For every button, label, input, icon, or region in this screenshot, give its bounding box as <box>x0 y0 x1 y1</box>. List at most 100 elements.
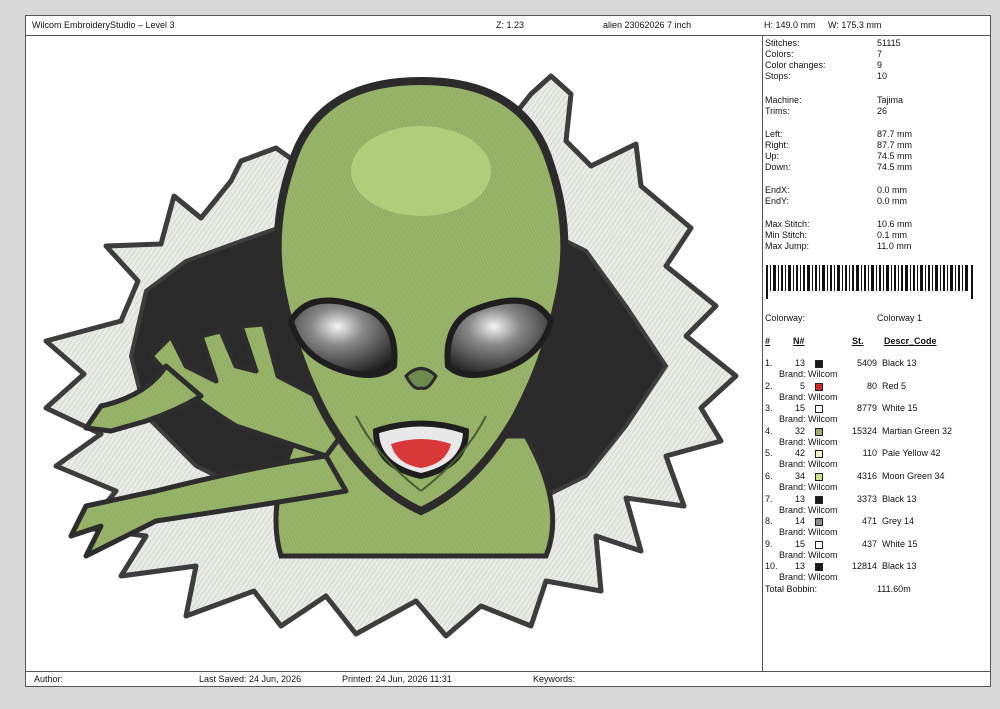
col-header-code: N# <box>793 336 805 346</box>
color-swatch <box>815 360 823 368</box>
color-name: Grey 14 <box>882 516 915 527</box>
stat-endx: EndX: 0.0 mm <box>765 185 908 195</box>
color-row: 2. 5 80 Red 5 Brand: Wilcom <box>763 381 992 404</box>
color-name: Black 13 <box>882 561 917 572</box>
color-stitch-count: 110 <box>862 448 877 459</box>
color-stitch-count: 80 <box>866 380 877 391</box>
color-index: 6. <box>765 471 773 481</box>
color-brand: Brand: Wilcom <box>779 504 838 515</box>
color-code: 13 <box>794 358 805 368</box>
color-brand: Brand: Wilcom <box>779 436 838 447</box>
total-bobbin-row: Total Bobbin: 111.60m <box>765 584 911 594</box>
color-row: 1. 13 5409 Black 13 Brand: Wilcom <box>763 358 992 381</box>
color-stitch-count: 15324 <box>851 425 877 436</box>
last-saved-label: Last Saved: 24 Jun, 2026 <box>199 674 302 684</box>
color-name: Red 5 <box>882 380 907 391</box>
col-header-descr: Descr_Code <box>884 336 937 346</box>
col-header-stitches: St. <box>852 336 864 346</box>
stat-machine: Machine: Tajima <box>765 95 904 105</box>
color-brand: Brand: Wilcom <box>779 369 838 379</box>
color-swatch <box>815 518 823 527</box>
color-code: 13 <box>794 561 805 572</box>
color-swatch <box>815 405 823 414</box>
stat-left: Left: 87.7 mm <box>765 129 913 139</box>
color-stitch-count: 5409 <box>856 358 877 368</box>
header-bar: Wilcom EmbroideryStudio – Level 3 Z: 1.2… <box>26 16 990 36</box>
color-name: Martian Green 32 <box>882 425 953 436</box>
color-name: Moon Green 34 <box>882 471 945 481</box>
color-code: 15 <box>794 403 805 414</box>
color-index: 3. <box>765 403 773 414</box>
stat-endy: EndY: 0.0 mm <box>765 196 908 206</box>
color-code: 15 <box>794 538 805 549</box>
design-name: alien 23062026 7 inch <box>603 20 692 30</box>
stat-right: Right: 87.7 mm <box>765 140 913 150</box>
color-swatch <box>815 563 823 572</box>
stat-stops: Stops: 10 <box>765 71 888 81</box>
stat-min-stitch: Min Stitch: 0.1 mm <box>765 230 908 240</box>
color-row: 3. 15 8779 White 15 Brand: Wilcom <box>763 403 992 426</box>
color-swatch <box>815 450 823 459</box>
color-name: Black 13 <box>882 358 917 368</box>
stat-stitches: Stitches: 51115 <box>765 38 901 48</box>
color-index: 2. <box>765 380 773 391</box>
stat-max-stitch: Max Stitch: 10.6 mm <box>765 219 913 229</box>
color-name: Black 13 <box>882 493 917 504</box>
stat-max-jump: Max Jump: 11.0 mm <box>765 241 912 251</box>
color-index: 4. <box>765 425 773 436</box>
design-info-panel: Stitches: 51115 Colors: 7 Color changes: 9 … <box>763 36 992 672</box>
color-stitch-count: 471 <box>861 516 877 527</box>
author-label: Author: <box>34 674 64 684</box>
zoom-label: Z: 1.23 <box>496 20 525 30</box>
color-code: 13 <box>794 493 805 504</box>
barcode-icon <box>765 265 975 299</box>
color-swatch <box>815 540 823 549</box>
colorway-row: Colorway: Colorway 1 <box>765 313 923 323</box>
color-row: 4. 32 15324 Martian Green 32 Brand: Wilcom <box>763 426 992 449</box>
color-row: 9. 15 437 White 15 Brand: Wilcom <box>763 539 992 562</box>
color-row: 5. 42 110 Pale Yellow 42 Brand: Wilcom <box>763 448 992 471</box>
color-stitch-count: 12814 <box>851 561 877 572</box>
footer-bar: Author: Last Saved: 24 Jun, 2026 Printed… <box>26 671 990 686</box>
color-brand: Brand: Wilcom <box>779 572 838 583</box>
app-title: Wilcom EmbroideryStudio – Level 3 <box>32 20 175 30</box>
color-index: 10. <box>765 561 778 572</box>
color-index: 8. <box>765 516 773 527</box>
color-brand: Brand: Wilcom <box>779 482 838 492</box>
color-brand: Brand: Wilcom <box>779 459 838 470</box>
color-code: 14 <box>794 516 805 527</box>
color-code: 34 <box>794 471 805 481</box>
color-name: White 15 <box>882 403 918 414</box>
print-preview-sheet: Wilcom EmbroideryStudio – Level 3 Z: 1.2… <box>25 15 991 687</box>
color-code: 5 <box>799 380 805 391</box>
stat-trims: Trims: 26 <box>765 106 888 116</box>
color-brand: Brand: Wilcom <box>779 414 838 425</box>
color-name: Pale Yellow 42 <box>882 448 941 459</box>
keywords-label: Keywords: <box>533 674 576 684</box>
color-stitch-count: 3373 <box>856 493 877 504</box>
col-header-num: # <box>765 336 771 346</box>
color-swatch <box>815 473 823 481</box>
color-swatch <box>815 427 823 436</box>
color-stitch-count: 8779 <box>856 403 877 414</box>
color-brand: Brand: Wilcom <box>779 391 838 402</box>
color-index: 9. <box>765 538 773 549</box>
color-row: 6. 34 4316 Moon Green 34 Brand: Wilcom <box>763 471 992 494</box>
stat-color-changes: Color changes: 9 <box>765 60 883 70</box>
color-swatch <box>815 495 823 504</box>
color-code: 42 <box>794 448 805 459</box>
alien-embroidery-image <box>43 73 739 639</box>
color-index: 1. <box>765 358 773 368</box>
color-stitch-count: 4316 <box>856 471 877 481</box>
color-brand: Brand: Wilcom <box>779 527 838 538</box>
color-name: White 15 <box>882 538 918 549</box>
color-index: 5. <box>765 448 773 459</box>
color-row: 10. 13 12814 Black 13 Brand: Wilcom <box>763 561 992 584</box>
printed-label: Printed: 24 Jun, 2026 11:31 <box>342 674 452 684</box>
design-preview <box>26 36 763 672</box>
color-stitch-count: 437 <box>861 538 877 549</box>
stat-up: Up: 74.5 mm <box>765 151 913 161</box>
color-row: 8. 14 471 Grey 14 Brand: Wilcom <box>763 516 992 539</box>
color-code: 32 <box>794 425 805 436</box>
color-brand: Brand: Wilcom <box>779 549 838 560</box>
